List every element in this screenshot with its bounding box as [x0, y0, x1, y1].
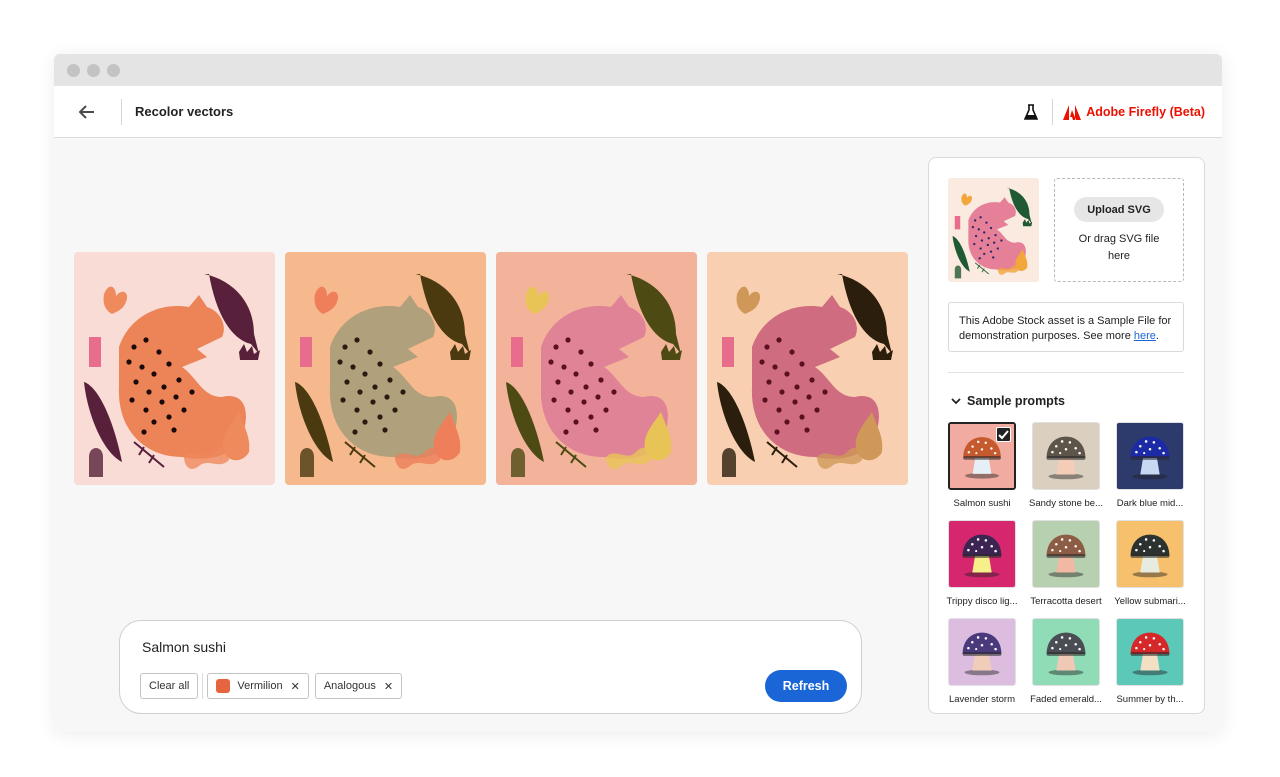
divider [948, 372, 1184, 373]
sample-label: Summer by th... [1116, 694, 1184, 705]
sample-thumbnail[interactable] [1032, 520, 1100, 588]
svg-dropzone[interactable]: Upload SVG Or drag SVG file here [1054, 178, 1184, 282]
sample-label: Dark blue mid... [1116, 498, 1184, 509]
sample-thumbnail[interactable] [1116, 422, 1184, 490]
tag-analogous[interactable]: Analogous ✕ [314, 673, 403, 699]
section-title: Sample prompts [967, 394, 1065, 408]
result-thumbnail-3[interactable] [496, 252, 697, 485]
result-gallery [74, 252, 908, 485]
flask-icon [1024, 104, 1039, 120]
notice-link[interactable]: here [1134, 330, 1156, 342]
arrow-left-icon [79, 104, 94, 119]
sample-prompt-lavender-storm[interactable]: Lavender storm [948, 618, 1016, 705]
sample-prompt-yellow-submari[interactable]: Yellow submari... [1114, 520, 1186, 607]
close-icon[interactable]: ✕ [291, 680, 300, 693]
divider [1052, 99, 1054, 125]
close-icon[interactable]: ✕ [384, 680, 393, 693]
sample-prompt-trippy-disco-lig[interactable]: Trippy disco lig... [946, 520, 1018, 607]
brand-link[interactable]: Adobe Firefly (Beta) [1063, 104, 1205, 120]
tag-label: Analogous [323, 680, 376, 692]
sample-notice: This Adobe Stock asset is a Sample File … [948, 302, 1184, 352]
checkmark-icon [996, 427, 1011, 442]
refresh-button[interactable]: Refresh [765, 670, 847, 702]
sample-prompts-grid: Salmon sushi Sandy stone be... Dark blue… [946, 422, 1186, 705]
sample-label: Trippy disco lig... [946, 596, 1018, 607]
tag-vermilion[interactable]: Vermilion ✕ [207, 673, 309, 699]
adobe-logo-icon [1063, 104, 1082, 120]
sample-label: Lavender storm [948, 694, 1015, 705]
sample-label: Yellow submari... [1114, 596, 1186, 607]
sample-label: Salmon sushi [953, 498, 1011, 509]
brand-name: Adobe Firefly (Beta) [1086, 105, 1205, 119]
window-minimize-button[interactable] [87, 63, 100, 77]
sample-prompt-summer-by-th[interactable]: Summer by th... [1116, 618, 1184, 705]
sample-thumbnail[interactable] [1116, 618, 1184, 686]
source-vector-thumbnail [948, 178, 1039, 282]
sample-thumbnail[interactable] [1116, 520, 1184, 588]
result-thumbnail-1[interactable] [74, 252, 275, 485]
page-title: Recolor vectors [135, 104, 234, 119]
sample-prompt-salmon-sushi[interactable]: Salmon sushi [948, 422, 1016, 509]
sample-thumbnail[interactable] [1032, 618, 1100, 686]
sample-prompts-toggle[interactable]: Sample prompts [951, 394, 1065, 408]
result-thumbnail-4[interactable] [707, 252, 908, 485]
color-swatch [216, 679, 231, 693]
sample-thumbnail[interactable] [948, 422, 1016, 490]
sample-thumbnail[interactable] [1032, 422, 1100, 490]
divider [121, 98, 122, 125]
sample-prompt-sandy-stone-be[interactable]: Sandy stone be... [1029, 422, 1103, 509]
chevron-down-icon [951, 397, 961, 404]
sample-label: Terracotta desert [1030, 596, 1102, 607]
tag-label: Vermilion [237, 680, 283, 692]
back-button[interactable] [75, 100, 99, 124]
sample-prompt-dark-blue-mid[interactable]: Dark blue mid... [1116, 422, 1184, 509]
window-titlebar [54, 54, 1222, 86]
sample-label: Sandy stone be... [1029, 498, 1103, 509]
sample-prompt-terracotta-desert[interactable]: Terracotta desert [1030, 520, 1102, 607]
sample-prompt-faded-emerald[interactable]: Faded emerald... [1030, 618, 1102, 705]
labs-button[interactable] [1022, 103, 1040, 121]
result-thumbnail-2[interactable] [285, 252, 486, 485]
sample-thumbnail[interactable] [948, 618, 1016, 686]
window-close-button[interactable] [67, 63, 80, 77]
divider [202, 673, 204, 699]
sample-thumbnail[interactable] [948, 520, 1016, 588]
app-header: Recolor vectors Adobe Firefly (Beta) [54, 86, 1222, 138]
sample-label: Faded emerald... [1030, 694, 1102, 705]
clear-all-button[interactable]: Clear all [140, 673, 199, 699]
window-maximize-button[interactable] [107, 63, 120, 77]
prompt-box: Salmon sushi Clear all Vermilion ✕ Analo… [119, 620, 862, 714]
prompt-input[interactable]: Salmon sushi [142, 639, 226, 655]
upload-svg-button[interactable]: Upload SVG [1074, 197, 1164, 222]
drag-hint: Or drag SVG file here [1078, 233, 1160, 262]
side-panel: Upload SVG Or drag SVG file here This Ad… [928, 157, 1205, 714]
notice-end: . [1155, 330, 1159, 342]
browser-window: Recolor vectors Adobe Firefly (Beta) Sal… [54, 54, 1222, 732]
